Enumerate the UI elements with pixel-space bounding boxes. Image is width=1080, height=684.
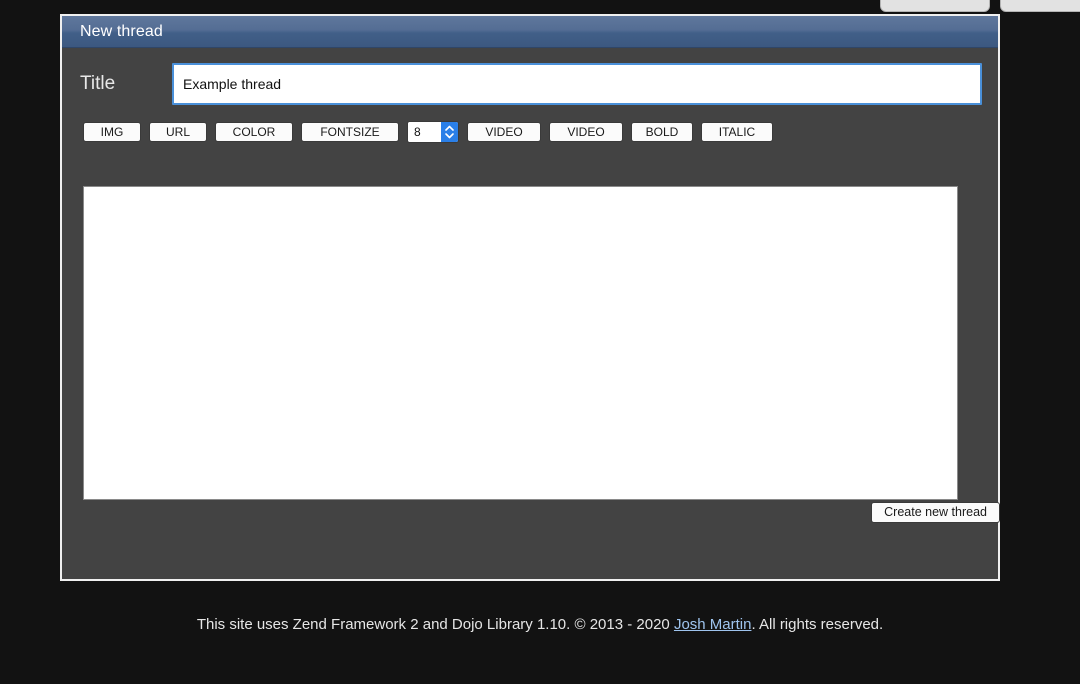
video-button-1[interactable]: VIDEO [467,122,541,142]
create-new-thread-button[interactable]: Create new thread [871,502,1000,523]
new-thread-panel: New thread Title IMG URL COLOR FONTSIZE … [60,14,1000,581]
italic-button[interactable]: ITALIC [701,122,773,142]
page-title: New thread [80,22,163,40]
color-button[interactable]: COLOR [215,122,293,142]
top-cutoff-button-1[interactable] [880,0,990,12]
video-button-2[interactable]: VIDEO [549,122,623,142]
top-cutoff-strip [0,0,1080,12]
footer-text-after: . All rights reserved. [751,616,884,633]
title-input[interactable] [172,63,982,105]
footer-text-before: This site uses Zend Framework 2 and Dojo… [196,616,674,633]
editor-toolbar: IMG URL COLOR FONTSIZE VIDEO VIDEO BOLD … [62,105,998,143]
panel-body: Title IMG URL COLOR FONTSIZE VIDEO VIDEO… [62,48,1000,581]
panel-header: New thread [62,16,998,48]
footer: This site uses Zend Framework 2 and Dojo… [0,616,1080,633]
fontsize-button[interactable]: FONTSIZE [301,122,399,142]
footer-author-link[interactable]: Josh Martin [674,616,752,633]
fontsize-spinner[interactable] [407,121,459,143]
thread-body-textarea[interactable] [83,186,958,500]
title-row: Title [62,48,998,105]
img-button[interactable]: IMG [83,122,141,142]
fontsize-input[interactable] [408,122,441,142]
bold-button[interactable]: BOLD [631,122,693,142]
submit-row: Create new thread [83,502,1000,523]
top-cutoff-button-2[interactable] [1000,0,1080,12]
title-label: Title [80,73,116,94]
url-button[interactable]: URL [149,122,207,142]
spinner-updown-icon[interactable] [441,122,458,142]
